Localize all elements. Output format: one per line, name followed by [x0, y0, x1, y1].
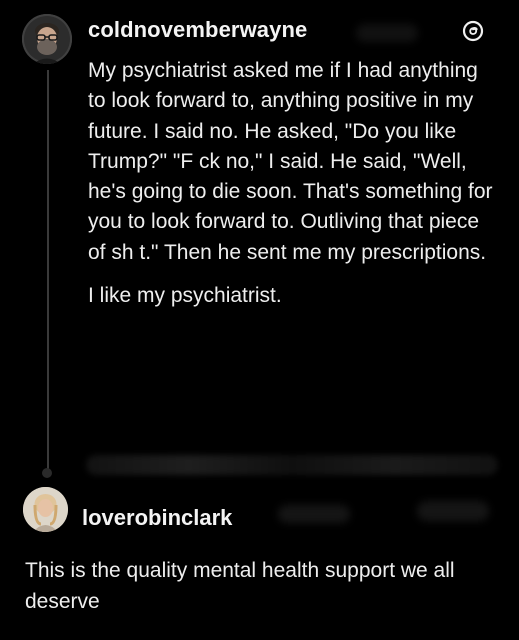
reply-body: This is the quality mental health suppor…	[25, 559, 455, 613]
blurred-content-strip	[86, 455, 498, 475]
blurred-reply-area-2	[417, 501, 489, 521]
blurred-reply-area-1	[278, 505, 350, 523]
bearded-man-avatar-icon	[22, 14, 72, 64]
threads-icon[interactable]	[460, 18, 486, 44]
reply-username[interactable]: loverobinclark	[82, 505, 232, 531]
woman-avatar-icon	[23, 487, 68, 532]
threads-logo-icon	[462, 20, 484, 42]
author-avatar[interactable]	[22, 14, 72, 64]
threads-post-screenshot: coldnovemberwayne My psychiatrist asked …	[0, 0, 519, 640]
post-body: My psychiatrist asked me if I had anythi…	[88, 56, 498, 311]
thread-dot	[42, 468, 52, 478]
post-paragraph-1: My psychiatrist asked me if I had anythi…	[88, 59, 493, 264]
post-paragraph-2: I like my psychiatrist.	[88, 284, 282, 308]
author-username[interactable]: coldnovemberwayne	[88, 17, 307, 43]
thread-line	[47, 70, 49, 477]
reply-avatar[interactable]	[23, 487, 68, 532]
blurred-name-area	[356, 24, 418, 42]
